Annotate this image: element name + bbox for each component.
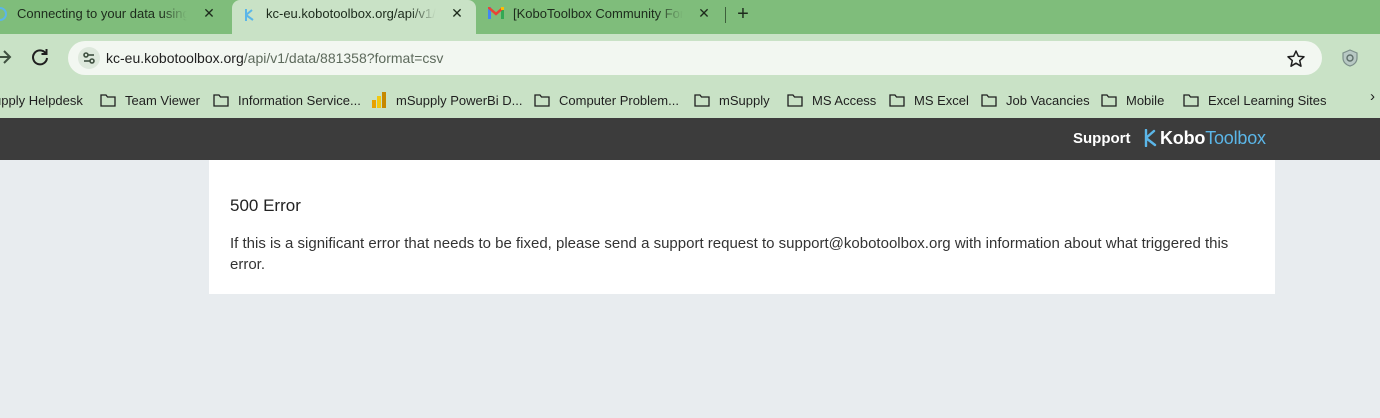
bookmark-job-vacancies[interactable]: Job Vacancies (981, 90, 1090, 110)
bookmark-computer-problem[interactable]: Computer Problem... (534, 90, 679, 110)
kobotoolbox-logo[interactable]: KoboToolbox (1144, 128, 1266, 148)
tab-close-icon[interactable]: ✕ (449, 5, 465, 22)
folder-icon (1183, 93, 1199, 107)
tab-separator (725, 7, 726, 23)
tab-title: kc-eu.kobotoolbox.org/api/v1/d (266, 6, 436, 24)
browser-toolbar: kc-eu.kobotoolbox.org/api/v1/data/881358… (0, 34, 1380, 82)
error-message: If this is a significant error that need… (230, 235, 1229, 273)
bookmarks-bar: upply Helpdesk Team Viewer Information S… (0, 82, 1380, 118)
error-title: 500 Error (230, 196, 301, 215)
bookmark-upply-helpdesk[interactable]: upply Helpdesk (0, 90, 83, 110)
new-tab-button[interactable]: + (733, 3, 753, 25)
bookmark-team-viewer[interactable]: Team Viewer (100, 90, 200, 110)
bookmark-label: Computer Problem... (559, 92, 679, 108)
folder-icon (213, 93, 229, 107)
folder-icon (889, 93, 905, 107)
back-arrow-icon[interactable] (0, 46, 12, 68)
bookmark-mobile[interactable]: Mobile (1101, 90, 1164, 110)
bookmark-label: upply Helpdesk (0, 92, 83, 108)
address-bar[interactable]: kc-eu.kobotoolbox.org/api/v1/data/881358… (68, 41, 1322, 75)
page-content: 500 Error If this is a significant error… (0, 160, 1380, 418)
kobo-logo-mark-icon (1144, 129, 1157, 147)
bookmark-excel-learning-sites[interactable]: Excel Learning Sites (1183, 90, 1327, 110)
bookmark-msupply[interactable]: mSupply (694, 90, 770, 110)
tab-title: Connecting to your data using (17, 6, 187, 24)
bookmark-msupply-powerbi[interactable]: mSupply PowerBi D... (371, 90, 522, 110)
folder-icon (1101, 93, 1117, 107)
logo-text: KoboToolbox (1160, 128, 1266, 149)
logo-text-bold: Kobo (1160, 127, 1206, 148)
bookmarks-overflow-chevron-icon[interactable]: › (1370, 88, 1375, 105)
url-text: kc-eu.kobotoolbox.org/api/v1/data/881358… (106, 50, 443, 66)
folder-icon (100, 93, 116, 107)
tab-title: [KoboToolbox Community Forum (513, 6, 683, 24)
tab-favicon-icon (0, 7, 7, 21)
tab-active-kobo-api[interactable]: kc-eu.kobotoolbox.org/api/v1/d ✕ (232, 0, 476, 34)
site-settings-icon[interactable] (78, 47, 100, 69)
bookmark-label: Excel Learning Sites (1208, 92, 1327, 108)
tab-close-icon[interactable]: ✕ (201, 5, 217, 22)
folder-icon (534, 93, 550, 107)
bookmark-label: MS Excel (914, 92, 969, 108)
bookmark-label: Information Service... (238, 92, 361, 108)
kobo-favicon-icon (245, 9, 254, 21)
bookmark-star-icon[interactable] (1286, 49, 1306, 69)
powerbi-icon (372, 92, 386, 108)
url-host: kc-eu.kobotoolbox.org (106, 50, 244, 66)
tab-close-icon[interactable]: ✕ (696, 5, 712, 22)
tab-kobo-community-forum[interactable]: [KoboToolbox Community Forum ✕ (478, 0, 722, 28)
bookmark-label: mSupply PowerBi D... (396, 92, 523, 108)
bookmark-ms-excel[interactable]: MS Excel (889, 90, 969, 110)
reload-icon[interactable] (30, 47, 50, 67)
bookmark-label: Job Vacancies (1006, 92, 1090, 108)
bookmark-information-service[interactable]: Information Service... (213, 90, 361, 110)
bookmark-label: MS Access (812, 92, 877, 108)
folder-icon (981, 93, 997, 107)
gmail-icon (488, 7, 504, 19)
url-path: /api/v1/data/881358?format=csv (243, 50, 444, 66)
bookmark-label: Mobile (1126, 92, 1165, 108)
bookmark-label: mSupply (719, 92, 770, 108)
bookmark-ms-access[interactable]: MS Access (787, 90, 876, 110)
extension-shield-icon[interactable] (1340, 48, 1360, 68)
error-card: 500 Error If this is a significant error… (209, 160, 1275, 294)
logo-text-light: Toolbox (1205, 127, 1266, 148)
browser-tab-strip: Connecting to your data using ✕ kc-eu.ko… (0, 0, 1380, 34)
folder-icon (787, 93, 803, 107)
bookmark-label: Team Viewer (125, 92, 200, 108)
kobo-site-header: Support KoboToolbox (0, 118, 1380, 160)
folder-icon (694, 93, 710, 107)
support-link[interactable]: Support (1073, 130, 1131, 147)
tab-connecting-to-your-data[interactable]: Connecting to your data using ✕ (0, 0, 228, 28)
